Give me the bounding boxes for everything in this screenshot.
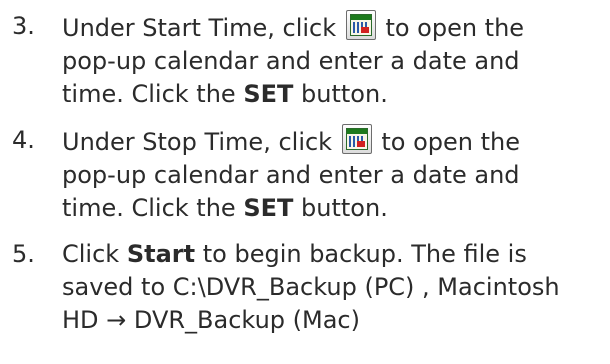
step-number: 4. — [12, 126, 35, 154]
step-text-segment: to open the — [381, 128, 521, 156]
calendar-header — [346, 129, 367, 134]
step-line: saved to C:\DVR_Backup (PC) , Macintosh — [62, 273, 560, 301]
step-text-segment: Under Stop Time, click — [62, 128, 333, 156]
calendar-page — [349, 14, 372, 36]
calendar-highlight — [360, 27, 369, 33]
step-number: 5. — [12, 240, 35, 268]
step-line: time. Click the SET button. — [62, 192, 602, 225]
step-text-segment: button. — [301, 80, 388, 108]
step-text-segment: time. Click the — [62, 80, 236, 108]
step-line: Click Start to begin backup. The file is — [62, 238, 602, 271]
calendar-page — [345, 128, 368, 150]
step-text-segment: Under Start Time, click — [62, 14, 337, 42]
start-button-label: Start — [126, 240, 196, 268]
set-button-label: SET — [243, 194, 294, 222]
calendar-header — [350, 15, 371, 20]
step-line: pop-up calendar and enter a date and — [62, 161, 520, 189]
calendar-icon — [341, 124, 372, 154]
step-line: pop-up calendar and enter a date and — [62, 47, 520, 75]
step-5: 5. Click Start to begin backup. The file… — [12, 238, 602, 337]
step-line: Under Stop Time, click to open the — [62, 124, 602, 159]
step-line: time. Click the SET button. — [62, 78, 602, 111]
calendar-icon — [345, 10, 376, 40]
step-text-segment: button. — [301, 194, 388, 222]
step-text: Click Start to begin backup. The file is… — [62, 238, 602, 337]
step-line: HD → DVR_Backup (Mac) — [62, 306, 360, 334]
step-4: 4. Under Stop Time, click to open the po… — [12, 124, 602, 225]
step-text-segment: to begin backup. The file is — [202, 240, 527, 268]
calendar-highlight — [356, 141, 365, 147]
step-text-segment: Click — [62, 240, 120, 268]
set-button-label: SET — [243, 80, 294, 108]
step-number: 3. — [12, 12, 35, 40]
step-text-segment: to open the — [385, 14, 525, 42]
step-text-segment: time. Click the — [62, 194, 236, 222]
step-text: Under Start Time, click to open the pop-… — [62, 10, 602, 111]
step-line: Under Start Time, click to open the — [62, 10, 602, 45]
step-3: 3. Under Start Time, click to open the p… — [12, 10, 602, 111]
instruction-steps: 3. Under Start Time, click to open the p… — [12, 10, 602, 350]
step-text: Under Stop Time, click to open the pop-u… — [62, 124, 602, 225]
